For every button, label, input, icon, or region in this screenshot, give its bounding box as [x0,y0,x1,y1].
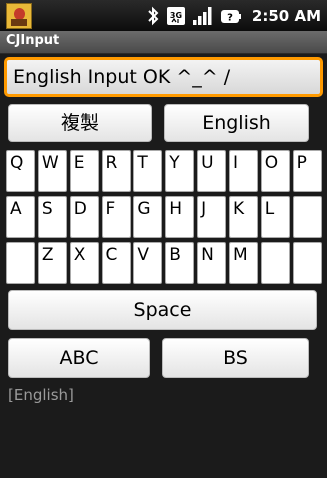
battery-icon: ? [220,10,241,24]
space-button[interactable]: Space [8,290,317,330]
key-p[interactable]: P [292,150,322,192]
clock: 2:50 AM [251,7,321,25]
key-b[interactable]: B [165,242,195,284]
key-c[interactable]: C [101,242,131,284]
3g-network-icon: 3G [166,7,185,25]
status-bar: 3G ? 2:50 AM [0,0,327,32]
key-y[interactable]: Y [165,150,195,192]
key-v[interactable]: V [133,242,163,284]
key-m[interactable]: M [228,242,258,284]
text-input[interactable]: English Input OK ^_^ / [4,57,323,97]
key-l[interactable]: L [260,196,290,238]
abc-button[interactable]: ABC [8,338,150,378]
key-f[interactable]: F [101,196,131,238]
key-blank[interactable] [292,196,322,238]
key-s[interactable]: S [37,196,67,238]
key-n[interactable]: N [197,242,227,284]
key-k[interactable]: K [228,196,258,238]
key-z[interactable]: Z [37,242,67,284]
key-u[interactable]: U [197,150,227,192]
key-i[interactable]: I [228,150,258,192]
backspace-button[interactable]: BS [162,338,309,378]
language-button[interactable]: English [164,104,309,142]
key-blank[interactable] [6,242,35,284]
key-e[interactable]: E [69,150,99,192]
key-g[interactable]: G [133,196,163,238]
network-type-label: 3G [170,11,182,20]
key-t[interactable]: T [133,150,163,192]
key-q[interactable]: Q [6,150,35,192]
status-icons: 3G ? 2:50 AM [146,5,321,27]
key-o[interactable]: O [260,150,290,192]
key-j[interactable]: J [197,196,227,238]
svg-text:?: ? [227,13,233,24]
key-w[interactable]: W [37,150,67,192]
key-blank[interactable] [292,242,322,284]
duplicate-button[interactable]: 複製 [8,104,152,142]
key-r[interactable]: R [101,150,131,192]
key-blank[interactable] [260,242,290,284]
key-h[interactable]: H [165,196,195,238]
key-a[interactable]: A [6,196,35,238]
app-notification-icon [6,3,32,29]
key-d[interactable]: D [69,196,99,238]
signal-icon [192,7,212,25]
bluetooth-icon [148,6,159,26]
mode-indicator: [English] [8,386,74,404]
key-x[interactable]: X [69,242,99,284]
title-bar: CJInput [0,31,327,54]
app-title: CJInput [6,33,60,48]
